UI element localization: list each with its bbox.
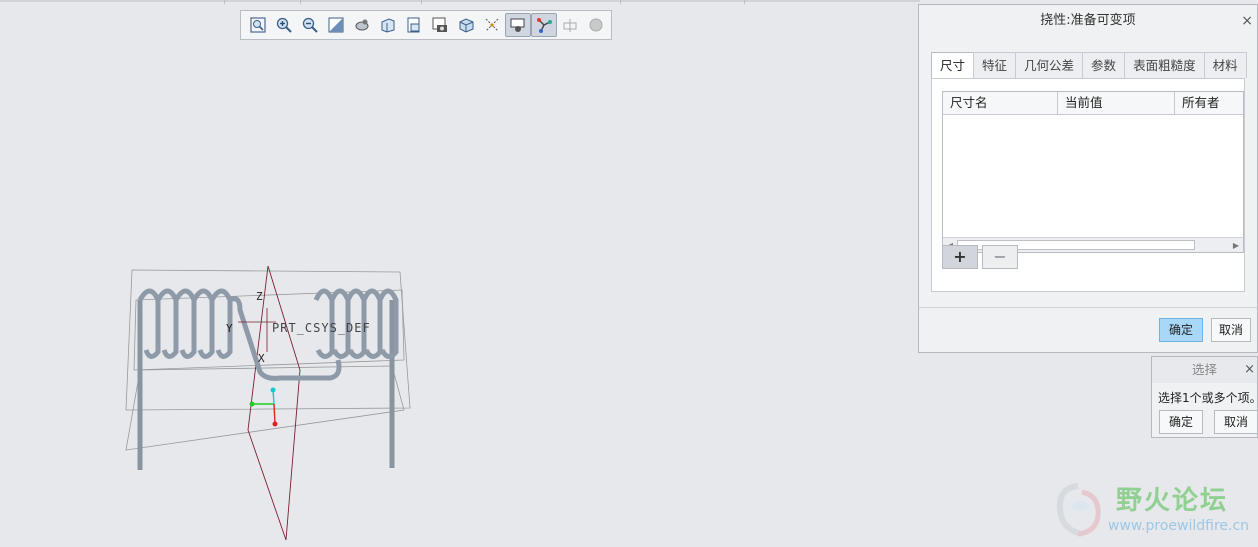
annotation-display-button[interactable]: [505, 13, 531, 37]
snapshot-icon: [432, 17, 447, 32]
top-border: [0, 0, 920, 4]
dimensions-panel: 尺寸名 当前值 所有者 ◀ ▶ + −: [931, 78, 1245, 292]
watermark-logo: [1056, 483, 1101, 537]
forum-watermark: 野火论坛 www.proewildfire.cn: [1048, 478, 1258, 542]
spring-display-icon: [537, 18, 552, 33]
select-title-bar: 选择 ×: [1152, 357, 1257, 383]
zoom-in-button[interactable]: [271, 13, 297, 37]
scroll-right-icon[interactable]: ▶: [1229, 241, 1243, 250]
ok-button[interactable]: 确定: [1159, 318, 1203, 342]
datum-display-button[interactable]: [479, 13, 505, 37]
dimensions-table[interactable]: 尺寸名 当前值 所有者 ◀ ▶: [942, 91, 1244, 253]
appearance-button[interactable]: [583, 13, 609, 37]
select-popup: 选择 × 选择1个或多个项。 确定 取消: [1151, 356, 1258, 438]
cancel-button[interactable]: 取消: [1211, 318, 1251, 342]
zoom-out-button[interactable]: [297, 13, 323, 37]
tab-features[interactable]: 特征: [973, 52, 1017, 78]
axis-y-label: Y: [226, 322, 233, 335]
tab-dimensions[interactable]: 尺寸: [931, 52, 975, 79]
appearance-icon: [589, 18, 603, 32]
flexibility-dialog: 挠性:准备可变项 × 尺寸 特征 几何公差 参数 表面粗糙度 材料 尺寸名 当前…: [918, 4, 1258, 353]
section-button[interactable]: [557, 13, 583, 37]
axis-x-label: X: [258, 352, 265, 365]
triad-x: [273, 403, 276, 425]
section-icon: [563, 19, 577, 32]
column-header-current-value[interactable]: 当前值: [1058, 92, 1175, 114]
datum-display-icon: [485, 18, 499, 32]
tab-bar: 尺寸 特征 几何公差 参数 表面粗糙度 材料: [931, 52, 1247, 79]
spring-display-button[interactable]: [531, 13, 557, 37]
spin-center-icon: [355, 19, 369, 31]
column-header-owner[interactable]: 所有者: [1175, 92, 1243, 114]
repaint-button[interactable]: [323, 13, 349, 37]
table-header: 尺寸名 当前值 所有者: [943, 92, 1243, 115]
select-cancel-button[interactable]: 取消: [1214, 410, 1258, 434]
spring-model-viewport[interactable]: Z Y X PRT_CSYS_DEF: [120, 260, 420, 544]
dialog-title: 挠性:准备可变项: [1040, 13, 1136, 28]
zoom-fit-icon: [250, 17, 266, 33]
watermark-title: 野火论坛: [1116, 486, 1229, 516]
repaint-icon: [328, 17, 344, 33]
column-header-dim-name[interactable]: 尺寸名: [943, 92, 1058, 114]
zoom-in-icon: [276, 17, 292, 33]
saved-views-button[interactable]: [401, 13, 427, 37]
csys-label: PRT_CSYS_DEF: [272, 321, 371, 335]
view-manager-button[interactable]: [375, 13, 401, 37]
spring-model: Z Y X PRT_CSYS_DEF: [125, 265, 411, 541]
annotation-display-icon: [510, 18, 525, 32]
close-icon[interactable]: ×: [1241, 5, 1253, 37]
spin-center-button[interactable]: [349, 13, 375, 37]
snapshot-button[interactable]: [427, 13, 453, 37]
zoom-out-icon: [302, 17, 318, 33]
tab-material[interactable]: 材料: [1203, 52, 1247, 78]
zoom-fit-button[interactable]: [245, 13, 271, 37]
tab-geometric-tolerances[interactable]: 几何公差: [1015, 52, 1084, 78]
add-button[interactable]: +: [942, 245, 978, 269]
left-coil: [137, 288, 233, 359]
select-message: 选择1个或多个项。: [1158, 391, 1258, 405]
perspective-icon: [459, 18, 474, 33]
dialog-title-bar: 挠性:准备可变项 ×: [919, 5, 1257, 37]
axis-z-label: Z: [256, 290, 263, 303]
close-icon[interactable]: ×: [1244, 357, 1255, 383]
dialog-separator: [919, 307, 1257, 308]
connector-bend: [228, 296, 342, 381]
tab-parameters[interactable]: 参数: [1082, 52, 1126, 78]
perspective-button[interactable]: [453, 13, 479, 37]
view-manager-icon: [381, 18, 395, 33]
select-title: 选择: [1191, 362, 1217, 377]
remove-button[interactable]: −: [982, 245, 1018, 269]
graphics-toolbar: [240, 10, 612, 40]
saved-views-icon: [407, 17, 420, 33]
tab-surface-finish[interactable]: 表面粗糙度: [1124, 52, 1205, 78]
watermark-url: www.proewildfire.cn: [1108, 518, 1250, 534]
select-ok-button[interactable]: 确定: [1159, 410, 1203, 434]
